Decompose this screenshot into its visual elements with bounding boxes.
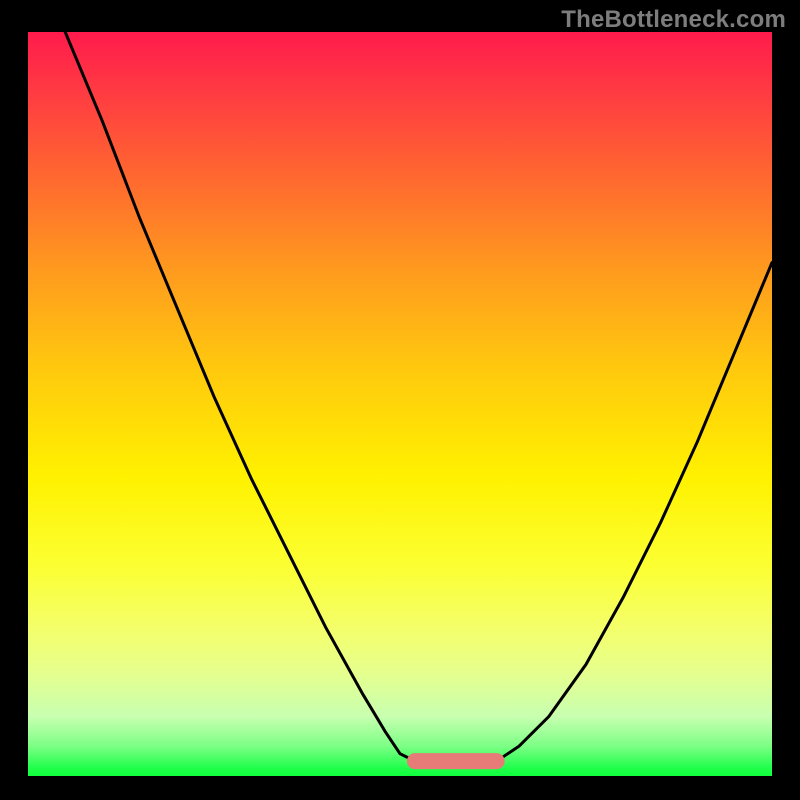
- watermark: TheBottleneck.com: [561, 6, 786, 34]
- curve-left: [65, 32, 415, 761]
- chart-curves: [28, 32, 772, 776]
- curve-right: [497, 263, 772, 761]
- chart-plot-area: [28, 32, 772, 776]
